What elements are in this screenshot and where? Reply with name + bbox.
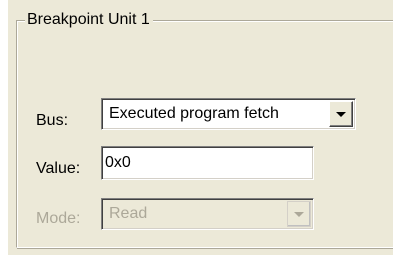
bus-label: Bus: [36,112,69,129]
group-title: Breakpoint Unit 1 [25,11,153,29]
mode-select-value: Read [109,205,148,222]
chevron-down-icon [294,212,304,217]
mode-select[interactable]: Read [101,198,314,230]
value-input[interactable]: 0x0 [101,146,314,180]
bus-dropdown-button[interactable] [329,101,353,127]
bus-select[interactable]: Executed program fetch [101,98,356,130]
value-label: Value: [36,160,81,177]
bus-select-value: Executed program fetch [109,105,279,122]
mode-dropdown-button[interactable] [287,201,311,227]
value-input-text: 0x0 [105,154,131,171]
mode-label: Mode: [36,210,81,227]
chevron-down-icon [336,112,346,117]
